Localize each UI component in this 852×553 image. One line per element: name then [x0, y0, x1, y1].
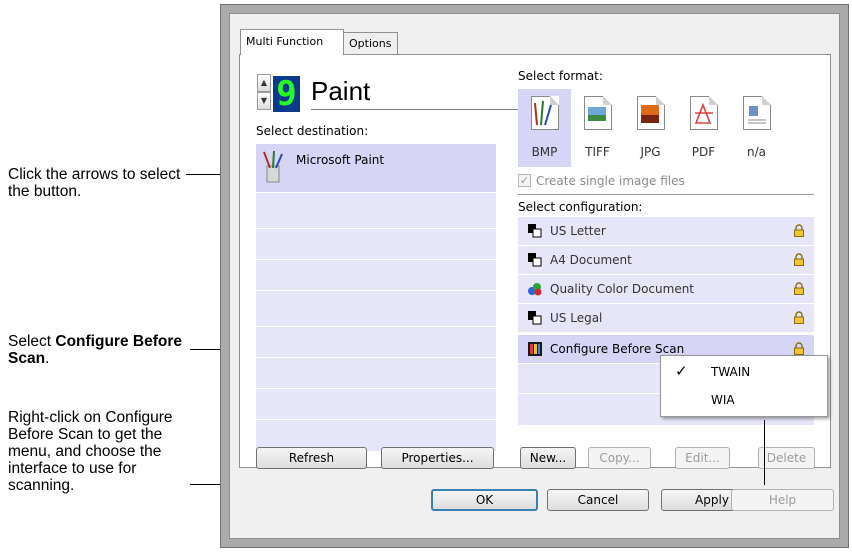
- menu-item-twain[interactable]: ✓ TWAIN: [661, 359, 827, 385]
- format-tiff-label: TIFF: [585, 145, 610, 159]
- color-balls-icon: [528, 282, 542, 296]
- help-button[interactable]: Help: [731, 489, 834, 511]
- format-divider: [518, 194, 814, 195]
- cancel-button[interactable]: Cancel: [547, 489, 649, 511]
- tab-multi-function[interactable]: Multi Function: [240, 29, 344, 55]
- format-na[interactable]: n/a: [730, 89, 783, 167]
- config-item-us-letter[interactable]: US Letter: [518, 217, 814, 245]
- copy-button[interactable]: Copy...: [588, 447, 651, 469]
- delete-button[interactable]: Delete: [758, 447, 815, 469]
- spin-up-button[interactable]: ▲: [257, 74, 271, 92]
- format-na-label: n/a: [746, 145, 766, 159]
- format-pdf[interactable]: PDF: [677, 89, 730, 167]
- destination-label: Select destination:: [256, 124, 369, 138]
- annotation-rightclick: Right-click on Configure Before Scan to …: [8, 409, 173, 494]
- format-tiff[interactable]: TIFF: [571, 89, 624, 167]
- format-label: Select format:: [518, 69, 603, 83]
- format-pdf-label: PDF: [691, 145, 716, 159]
- lock-icon: [794, 311, 804, 324]
- interface-context-menu: ✓ TWAIN WIA: [660, 355, 828, 417]
- menu-item-label: WIA: [711, 393, 735, 407]
- new-button[interactable]: New...: [520, 447, 576, 469]
- tiff-file-icon: [584, 96, 612, 130]
- lock-icon: [794, 282, 804, 295]
- single-files-checkbox[interactable]: ✓: [518, 174, 531, 187]
- format-bmp-label: BMP: [531, 145, 558, 159]
- ok-button[interactable]: OK: [431, 489, 538, 511]
- checkmark-icon: ✓: [675, 362, 688, 380]
- destination-empty-row: [256, 193, 496, 228]
- spin-down-button[interactable]: ▼: [257, 92, 271, 110]
- config-item-quality-color-document[interactable]: Quality Color Document: [518, 275, 814, 303]
- config-item-a4-document[interactable]: A4 Document: [518, 246, 814, 274]
- config-item-label: US Legal: [550, 311, 603, 325]
- bw-document-icon: [528, 253, 542, 267]
- refresh-button[interactable]: Refresh: [256, 447, 367, 469]
- bw-document-icon: [528, 311, 542, 325]
- leader-line-rightclick-v: [764, 420, 765, 485]
- menu-item-wia[interactable]: WIA: [661, 387, 827, 413]
- destination-empty-row: [256, 291, 496, 326]
- twain-interface-icon: [528, 342, 542, 356]
- bw-document-icon: [528, 224, 542, 238]
- button-number-display: 9: [273, 76, 300, 112]
- config-item-us-legal[interactable]: US Legal: [518, 304, 814, 332]
- lock-icon: [794, 253, 804, 266]
- destination-empty-row: [256, 358, 496, 388]
- destination-item[interactable]: Microsoft Paint: [256, 144, 496, 192]
- format-jpg-label: JPG: [640, 145, 661, 159]
- destination-empty-row: [256, 389, 496, 419]
- properties-button[interactable]: Properties...: [381, 447, 494, 469]
- edit-button[interactable]: Edit...: [675, 447, 730, 469]
- config-item-label: A4 Document: [550, 253, 632, 267]
- format-jpg[interactable]: JPG: [624, 89, 677, 167]
- config-item-label: Quality Color Document: [550, 282, 695, 296]
- config-item-label: US Letter: [550, 224, 606, 238]
- jpg-file-icon: [637, 96, 665, 130]
- destination-item-label: Microsoft Paint: [296, 153, 385, 167]
- lock-icon: [794, 224, 804, 237]
- format-bmp[interactable]: BMP: [518, 89, 571, 167]
- annotation-configure: Select Configure Before Scan.: [8, 333, 188, 367]
- config-item-label: Configure Before Scan: [550, 342, 685, 356]
- menu-item-label: TWAIN: [711, 365, 751, 379]
- destination-empty-row: [256, 327, 496, 357]
- na-file-icon: [743, 96, 771, 130]
- paint-brushes-icon: [262, 150, 284, 184]
- button-name-underline: [311, 109, 519, 110]
- single-files-label: Create single image files: [536, 174, 685, 188]
- pdf-file-icon: [690, 96, 718, 130]
- configuration-label: Select configuration:: [518, 200, 643, 214]
- annotation-configure-prefix: Select: [8, 333, 56, 350]
- button-name: Paint: [311, 76, 371, 106]
- destination-empty-row: [256, 260, 496, 290]
- lock-icon: [794, 342, 804, 355]
- bmp-file-icon: [531, 96, 559, 130]
- destination-empty-row: [256, 229, 496, 259]
- annotation-arrows: Click the arrows to select the button.: [8, 166, 181, 200]
- annotation-configure-suffix: .: [45, 350, 50, 367]
- tab-content-layer: ▲ ▼ 9 Paint Select destination: Microsof…: [220, 4, 849, 548]
